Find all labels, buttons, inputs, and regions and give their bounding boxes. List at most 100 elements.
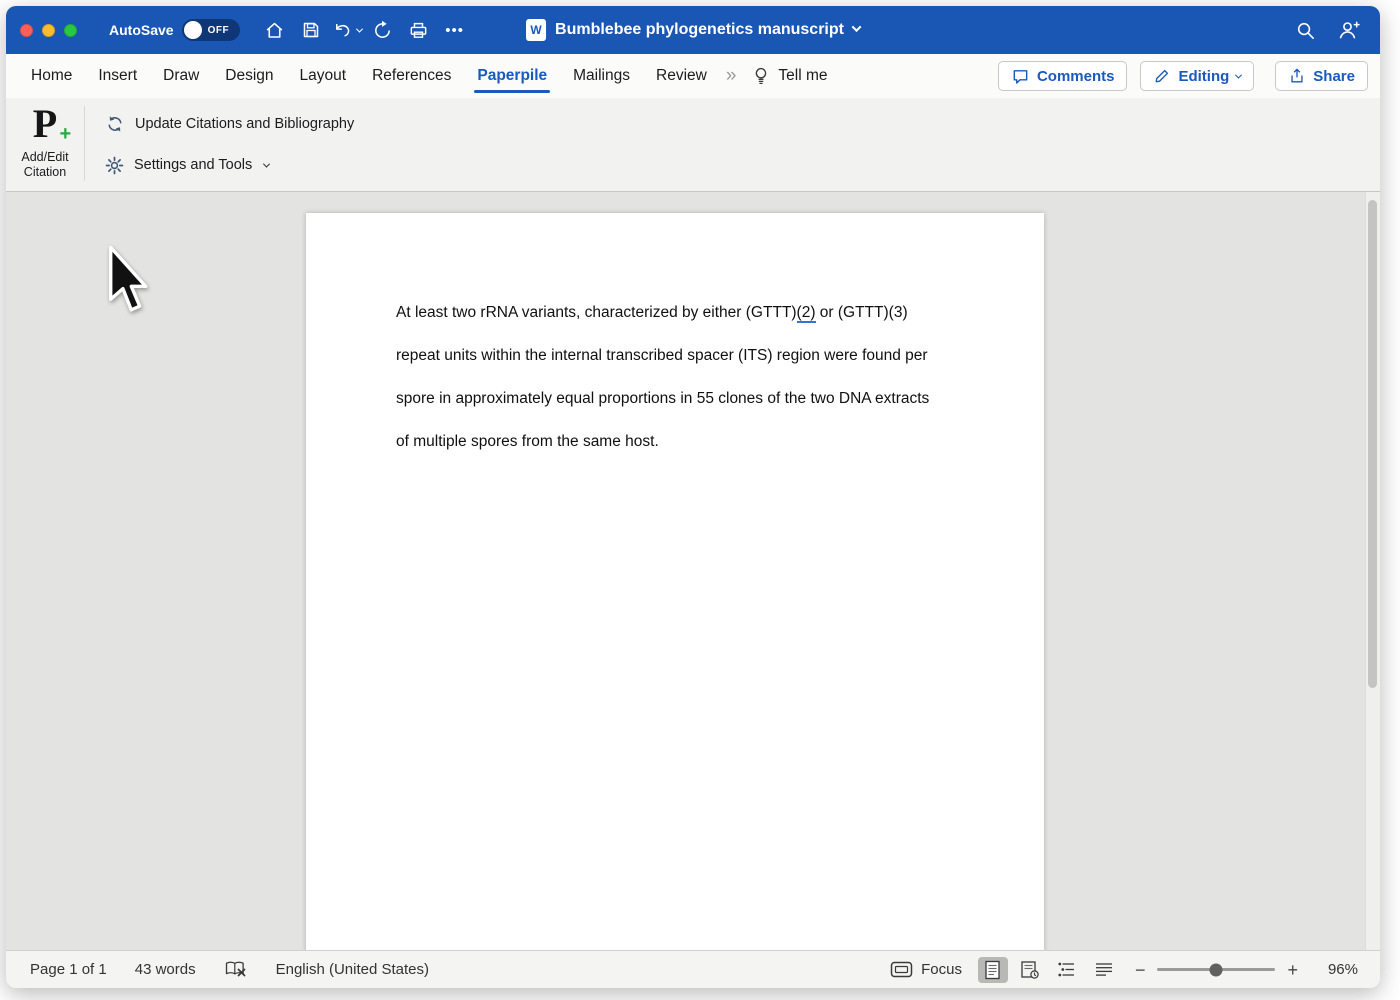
print-button[interactable] bbox=[404, 15, 434, 45]
autosave-toggle-knob bbox=[184, 21, 202, 39]
titlebar: AutoSave OFF bbox=[6, 6, 1380, 54]
editing-dropdown-chevron-icon bbox=[1235, 71, 1242, 78]
tell-me-button[interactable]: Tell me bbox=[744, 66, 835, 86]
zoom-in-button[interactable]: + bbox=[1287, 961, 1298, 979]
update-citations-button[interactable]: Update Citations and Bibliography bbox=[105, 110, 354, 138]
ribbon-paperpile: P + Add/Edit Citation Update Citations a… bbox=[6, 98, 1380, 192]
document-page[interactable]: At least two rRNA variants, characterize… bbox=[306, 213, 1044, 950]
view-print-layout-button[interactable] bbox=[978, 957, 1008, 983]
document-area: At least two rRNA variants, characterize… bbox=[6, 192, 1380, 950]
settings-tools-button[interactable]: Settings and Tools bbox=[105, 151, 354, 179]
comments-icon bbox=[1011, 67, 1030, 86]
redo-icon bbox=[372, 20, 393, 41]
zoom-controls: − + bbox=[1135, 961, 1298, 979]
paragraph-line: At least two rRNA variants, characterize… bbox=[396, 291, 984, 334]
focus-icon bbox=[890, 961, 913, 978]
tab-home[interactable]: Home bbox=[18, 54, 85, 98]
document-text: At least two rRNA variants, characterize… bbox=[306, 213, 1044, 463]
language-selector[interactable]: English (United States) bbox=[276, 961, 429, 978]
search-button[interactable] bbox=[1290, 15, 1320, 45]
refresh-icon bbox=[105, 114, 125, 134]
zoom-slider[interactable] bbox=[1157, 968, 1275, 971]
undo-button[interactable] bbox=[332, 15, 362, 45]
ribbon-paperpile-commands: Update Citations and Bibliography Settin… bbox=[85, 98, 354, 191]
share-icon bbox=[1288, 67, 1306, 85]
tab-layout[interactable]: Layout bbox=[287, 54, 360, 98]
pencil-icon bbox=[1153, 67, 1171, 85]
paragraph-line: spore in approximately equal proportions… bbox=[396, 377, 984, 420]
status-right: Focus bbox=[890, 957, 1358, 983]
undo-dropdown-chevron-icon[interactable] bbox=[356, 25, 363, 32]
zoom-slider-thumb[interactable] bbox=[1210, 963, 1223, 976]
tab-insert[interactable]: Insert bbox=[85, 54, 150, 98]
paragraph-line: of multiple spores from the same host. bbox=[396, 420, 984, 463]
save-icon bbox=[301, 20, 321, 40]
autosave-control: AutoSave OFF bbox=[109, 19, 240, 41]
add-edit-citation-label: Add/Edit Citation bbox=[21, 150, 68, 180]
word-window: AutoSave OFF bbox=[6, 6, 1380, 988]
home-icon bbox=[264, 20, 285, 41]
status-bar: Page 1 of 1 43 words English (United Sta… bbox=[6, 950, 1380, 988]
word-count[interactable]: 43 words bbox=[135, 961, 196, 978]
tab-mailings[interactable]: Mailings bbox=[560, 54, 643, 98]
account-button[interactable] bbox=[1334, 15, 1364, 45]
editing-button[interactable]: Editing bbox=[1140, 61, 1254, 91]
document-title-menu[interactable]: W Bumblebee phylogenetics manuscript bbox=[526, 6, 860, 54]
view-print-layout-icon bbox=[984, 960, 1001, 980]
view-switcher bbox=[978, 957, 1119, 983]
lightbulb-icon bbox=[752, 66, 770, 86]
focus-label: Focus bbox=[921, 961, 962, 978]
print-icon bbox=[408, 20, 429, 41]
view-web-layout-icon bbox=[1020, 960, 1040, 980]
search-icon bbox=[1295, 20, 1316, 41]
zoom-out-button[interactable]: − bbox=[1135, 961, 1146, 979]
account-icon bbox=[1337, 19, 1361, 41]
paragraph-line: repeat units within the internal transcr… bbox=[396, 334, 984, 377]
tab-draw[interactable]: Draw bbox=[150, 54, 212, 98]
ribbon-right-buttons: Comments Editing Share bbox=[998, 61, 1368, 91]
undo-icon bbox=[332, 20, 353, 41]
gear-icon bbox=[105, 156, 124, 175]
fullscreen-button[interactable] bbox=[64, 24, 77, 37]
ribbon-tabs-row: Home Insert Draw Design Layout Reference… bbox=[6, 54, 1380, 98]
more-icon: ••• bbox=[445, 22, 464, 39]
traffic-lights bbox=[20, 24, 77, 37]
autosave-state: OFF bbox=[208, 25, 230, 36]
citation-field[interactable]: (2) bbox=[797, 304, 816, 323]
view-draft-button[interactable] bbox=[1089, 957, 1119, 983]
share-button[interactable]: Share bbox=[1275, 61, 1368, 91]
tab-overflow-button[interactable]: » bbox=[726, 65, 737, 87]
view-web-layout-button[interactable] bbox=[1015, 957, 1045, 983]
proofing-status-button[interactable] bbox=[224, 960, 248, 979]
document-title: Bumblebee phylogenetics manuscript bbox=[555, 21, 844, 39]
redo-button[interactable] bbox=[368, 15, 398, 45]
paperpile-plus-icon: + bbox=[60, 124, 72, 144]
title-dropdown-chevron-icon bbox=[852, 22, 862, 32]
proofing-icon bbox=[224, 960, 248, 979]
page-indicator[interactable]: Page 1 of 1 bbox=[30, 961, 107, 978]
tab-design[interactable]: Design bbox=[212, 54, 286, 98]
status-left: Page 1 of 1 43 words English (United Sta… bbox=[30, 960, 429, 979]
titlebar-right-actions bbox=[1290, 15, 1364, 45]
scrollbar-thumb[interactable] bbox=[1368, 200, 1377, 688]
scrollbar-track[interactable] bbox=[1365, 192, 1380, 950]
autosave-label: AutoSave bbox=[109, 22, 174, 38]
zoom-level[interactable]: 96% bbox=[1314, 961, 1358, 978]
titlebar-quick-actions: ••• bbox=[260, 15, 470, 45]
view-outline-button[interactable] bbox=[1052, 957, 1082, 983]
focus-button[interactable]: Focus bbox=[890, 961, 962, 978]
minimize-button[interactable] bbox=[42, 24, 55, 37]
autosave-toggle[interactable]: OFF bbox=[182, 19, 240, 41]
view-outline-icon bbox=[1057, 961, 1077, 978]
tab-review[interactable]: Review bbox=[643, 54, 720, 98]
settings-dropdown-chevron-icon bbox=[263, 160, 270, 167]
save-button[interactable] bbox=[296, 15, 326, 45]
paperpile-logo: P + bbox=[33, 102, 57, 148]
more-commands-button[interactable]: ••• bbox=[440, 15, 470, 45]
tab-references[interactable]: References bbox=[359, 54, 464, 98]
home-button[interactable] bbox=[260, 15, 290, 45]
close-button[interactable] bbox=[20, 24, 33, 37]
add-edit-citation-button[interactable]: P + Add/Edit Citation bbox=[6, 98, 84, 191]
comments-button[interactable]: Comments bbox=[998, 61, 1128, 91]
tab-paperpile[interactable]: Paperpile bbox=[464, 54, 560, 98]
